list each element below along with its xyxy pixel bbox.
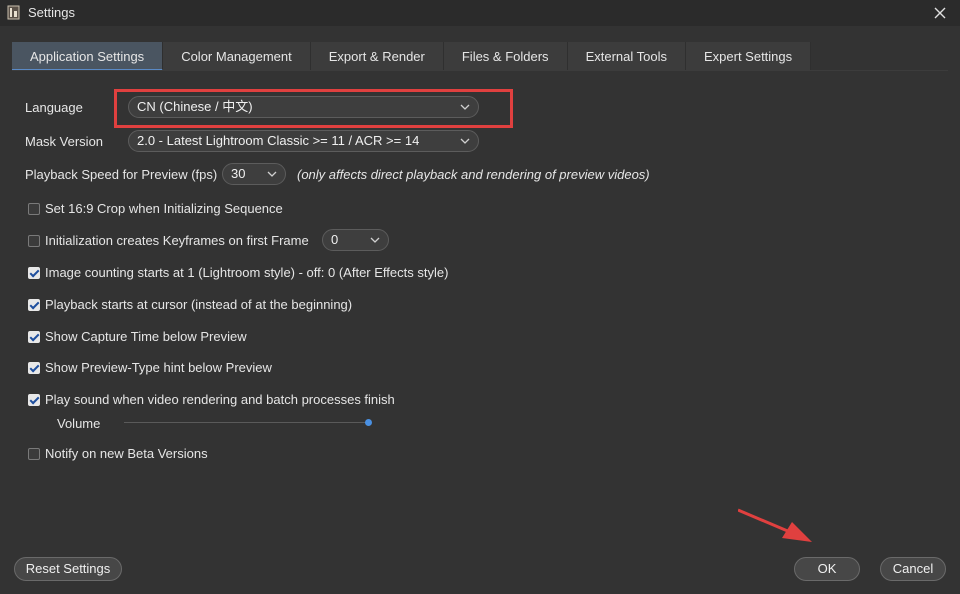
- playback-speed-hint: (only affects direct playback and render…: [297, 167, 650, 182]
- mask-version-value: 2.0 - Latest Lightroom Classic >= 11 / A…: [137, 133, 420, 148]
- title-bar: Settings: [0, 0, 960, 26]
- preview-type-hint-label: Show Preview-Type hint below Preview: [45, 360, 272, 375]
- playback-cursor-option[interactable]: Playback starts at cursor (instead of at…: [28, 297, 352, 312]
- tab-external-tools[interactable]: External Tools: [567, 42, 686, 71]
- volume-label: Volume: [57, 416, 101, 431]
- tab-color-management[interactable]: Color Management: [163, 42, 311, 71]
- init-keyframes-checkbox[interactable]: [28, 234, 40, 247]
- image-counting-checkbox[interactable]: [28, 266, 40, 279]
- mask-version-select[interactable]: 2.0 - Latest Lightroom Classic >= 11 / A…: [128, 130, 479, 152]
- preview-type-hint-checkbox[interactable]: [28, 361, 40, 374]
- annotation-highlight-box: [114, 89, 513, 128]
- cancel-button[interactable]: Cancel: [880, 557, 946, 581]
- volume-slider-handle[interactable]: [365, 419, 372, 426]
- app-icon: [7, 5, 20, 20]
- crop-16-9-checkbox[interactable]: [28, 202, 40, 215]
- beta-versions-option[interactable]: Notify on new Beta Versions: [28, 446, 208, 461]
- tab-divider: [12, 70, 948, 71]
- capture-time-checkbox[interactable]: [28, 330, 40, 343]
- mask-version-label: Mask Version: [25, 134, 104, 149]
- reset-settings-button[interactable]: Reset Settings: [14, 557, 122, 581]
- play-sound-checkbox[interactable]: [28, 393, 40, 406]
- window-title: Settings: [28, 5, 75, 20]
- playback-cursor-label: Playback starts at cursor (instead of at…: [45, 297, 353, 312]
- playback-speed-select[interactable]: 30: [222, 163, 286, 185]
- capture-time-label: Show Capture Time below Preview: [45, 329, 247, 344]
- playback-speed-value: 30: [231, 166, 246, 181]
- chevron-down-icon: [370, 237, 380, 243]
- tab-export-render[interactable]: Export & Render: [310, 42, 444, 71]
- play-sound-label: Play sound when video rendering and batc…: [45, 392, 395, 407]
- ok-button[interactable]: OK: [794, 557, 860, 581]
- tab-application-settings[interactable]: Application Settings: [12, 42, 164, 71]
- init-keyframes-select[interactable]: 0: [322, 229, 389, 251]
- init-keyframes-label: Initialization creates Keyframes on firs…: [45, 233, 309, 248]
- playback-cursor-checkbox[interactable]: [28, 298, 40, 311]
- beta-versions-label: Notify on new Beta Versions: [45, 446, 208, 461]
- image-counting-label: Image counting starts at 1 (Lightroom st…: [45, 265, 449, 280]
- chevron-down-icon: [460, 138, 470, 144]
- crop-16-9-label: Set 16:9 Crop when Initializing Sequence: [45, 201, 283, 216]
- tab-expert-settings[interactable]: Expert Settings: [685, 42, 812, 71]
- play-sound-option[interactable]: Play sound when video rendering and batc…: [28, 392, 395, 407]
- chevron-down-icon: [267, 171, 277, 177]
- init-keyframes-option[interactable]: Initialization creates Keyframes on firs…: [28, 233, 309, 248]
- language-label: Language: [25, 100, 83, 115]
- annotation-arrow-icon: [738, 508, 812, 542]
- close-icon[interactable]: [932, 5, 948, 21]
- volume-slider-track[interactable]: [124, 422, 370, 423]
- capture-time-option[interactable]: Show Capture Time below Preview: [28, 329, 247, 344]
- init-keyframes-value: 0: [331, 232, 339, 247]
- tab-files-folders[interactable]: Files & Folders: [443, 42, 568, 71]
- crop-16-9-option[interactable]: Set 16:9 Crop when Initializing Sequence: [28, 201, 283, 216]
- preview-type-hint-option[interactable]: Show Preview-Type hint below Preview: [28, 360, 272, 375]
- playback-speed-label: Playback Speed for Preview (fps): [25, 167, 218, 182]
- image-counting-option[interactable]: Image counting starts at 1 (Lightroom st…: [28, 265, 448, 280]
- tab-bar: Application Settings Color Management Ex…: [12, 42, 812, 71]
- beta-versions-checkbox[interactable]: [28, 447, 40, 460]
